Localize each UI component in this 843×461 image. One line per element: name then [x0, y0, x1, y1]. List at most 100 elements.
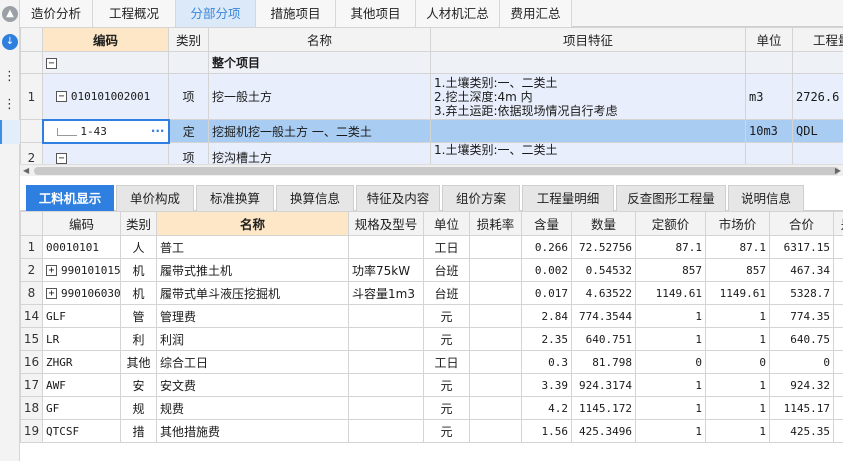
resource-content[interactable]: 4.2 [521, 396, 572, 420]
resource-loss-rate[interactable] [469, 258, 522, 282]
table-row[interactable]: 8 +990106030 机履带式单斗液压挖掘机 斗容量1m3 台班 0.017 4.635… [20, 281, 843, 305]
quota-row[interactable]: 1-43 ··· 定 挖掘机挖一般土方 一、二类土 10m3 QDL [20, 118, 843, 144]
resource-market-price[interactable]: 87.1 [705, 235, 770, 259]
table-row[interactable]: 16 ZHGR 其他 综合工日 工日 0.3 81.798 0 0 0 [20, 350, 843, 374]
quota-code-cell[interactable]: 1-43 ··· [41, 118, 170, 144]
header-spec[interactable]: 规格及型号 [348, 211, 424, 236]
quota-name[interactable]: 挖掘机挖一般土方 一、二类土 [208, 119, 431, 143]
more-icon[interactable]: ··· [151, 124, 165, 138]
resource-name[interactable]: 其他措施费 [156, 419, 349, 443]
resource-market-price[interactable]: 1 [705, 419, 770, 443]
bill-unit[interactable]: m3 [745, 73, 793, 120]
bill-unit[interactable] [745, 142, 793, 164]
resource-unit[interactable]: 元 [423, 327, 470, 351]
resource-unit[interactable]: 工日 [423, 235, 470, 259]
resource-quota-price[interactable]: 1 [635, 396, 706, 420]
resource-unit[interactable]: 台班 [423, 281, 470, 305]
resource-flag[interactable] [833, 327, 843, 351]
resource-flag[interactable] [833, 350, 843, 374]
tab-measures[interactable]: 措施项目 [256, 0, 336, 27]
resource-loss-rate[interactable] [469, 304, 522, 328]
resource-type[interactable]: 安 [120, 373, 157, 397]
resource-type[interactable]: 人 [120, 235, 157, 259]
resource-quantity[interactable]: 1145.172 [571, 396, 636, 420]
header-total[interactable]: 合价 [769, 211, 834, 236]
table-row[interactable]: 1 00010101 人普工 工日 0.266 72.52756 87.1 87.1 6317.… [20, 235, 843, 259]
resource-name[interactable]: 综合工日 [156, 350, 349, 374]
resource-quota-price[interactable]: 87.1 [635, 235, 706, 259]
bill-features[interactable]: 1.土壤类别:一、二类土 2.挖土深度:4m 内 3.弃土运距:依据现场情况自行… [430, 73, 746, 120]
resource-content[interactable]: 0.266 [521, 235, 572, 259]
more-icon[interactable]: ⋮ [3, 98, 16, 111]
resource-quantity[interactable]: 640.751 [571, 327, 636, 351]
table-row[interactable]: 2 +990101015 机履带式推土机 功率75kW 台班 0.002 0.54532 85… [20, 258, 843, 282]
resource-quota-price[interactable]: 1 [635, 304, 706, 328]
resource-total[interactable]: 924.32 [769, 373, 834, 397]
header-market-price[interactable]: 市场价 [705, 211, 770, 236]
resource-spec[interactable]: 斗容量1m3 [348, 281, 424, 305]
table-row[interactable]: 15 LR 利利润元 2.35 640.751 1 1 640.75 [20, 327, 843, 351]
resource-spec[interactable] [348, 327, 424, 351]
resource-market-price[interactable]: 1 [705, 327, 770, 351]
resource-name[interactable]: 利润 [156, 327, 349, 351]
tab-quantity-detail[interactable]: 工程量明细 [522, 185, 614, 211]
resource-market-price[interactable]: 0 [705, 350, 770, 374]
resource-total[interactable]: 425.35 [769, 419, 834, 443]
resource-content[interactable]: 3.39 [521, 373, 572, 397]
tab-pricing-plan[interactable]: 组价方案 [442, 185, 520, 211]
resource-name[interactable]: 安文费 [156, 373, 349, 397]
resource-quota-price[interactable]: 857 [635, 258, 706, 282]
header-quota-price[interactable]: 定额价 [635, 211, 706, 236]
resource-spec[interactable]: 功率75kW [348, 258, 424, 282]
resource-quantity[interactable]: 81.798 [571, 350, 636, 374]
tab-resource-summary[interactable]: 人材机汇总 [416, 0, 500, 27]
resource-quantity[interactable]: 774.3544 [571, 304, 636, 328]
resource-code[interactable]: +990106030 [42, 281, 121, 305]
resource-name[interactable]: 管理费 [156, 304, 349, 328]
download-icon[interactable]: ↓ [2, 34, 18, 50]
tab-features[interactable]: 特征及内容 [356, 185, 440, 211]
tab-resources[interactable]: 工料机显示 [26, 185, 114, 211]
resource-unit[interactable]: 台班 [423, 258, 470, 282]
header-unit[interactable]: 单位 [745, 27, 793, 52]
table-row[interactable]: 14 GLF 管管理费元 2.84 774.3544 1 1 774.35 [20, 304, 843, 328]
resource-flag[interactable] [833, 258, 843, 282]
side-nav-selected[interactable] [0, 120, 20, 144]
header-type[interactable]: 类别 [168, 27, 209, 52]
resource-total[interactable]: 6317.15 [769, 235, 834, 259]
resource-spec[interactable] [348, 396, 424, 420]
resource-spec[interactable] [348, 304, 424, 328]
header-name[interactable]: 名称 [208, 27, 431, 52]
resource-loss-rate[interactable] [469, 281, 522, 305]
resource-loss-rate[interactable] [469, 327, 522, 351]
resource-market-price[interactable]: 1149.61 [705, 281, 770, 305]
table-row[interactable]: 19 QTCSF 措其他措施费元 1.56 425.3496 1 1 425.35 [20, 419, 843, 443]
collapse-icon[interactable]: − [56, 91, 67, 103]
resource-spec[interactable] [348, 373, 424, 397]
header-code[interactable]: 编码 [42, 211, 121, 236]
quota-unit[interactable]: 10m3 [745, 119, 793, 143]
header-flag[interactable]: 是 [833, 211, 843, 236]
collapse-icon[interactable]: − [46, 57, 57, 69]
resource-unit[interactable]: 元 [423, 373, 470, 397]
resource-content[interactable]: 2.35 [521, 327, 572, 351]
resource-code[interactable]: GF [42, 396, 121, 420]
section-toggle-cell[interactable]: − [42, 51, 169, 74]
resource-unit[interactable]: 工日 [423, 350, 470, 374]
resource-content[interactable]: 1.56 [521, 419, 572, 443]
resource-quantity[interactable]: 924.3174 [571, 373, 636, 397]
collapse-icon[interactable]: − [56, 152, 67, 164]
resource-quantity[interactable]: 425.3496 [571, 419, 636, 443]
resource-unit[interactable]: 元 [423, 304, 470, 328]
tab-standard-conversion[interactable]: 标准换算 [196, 185, 274, 211]
resource-total[interactable]: 467.34 [769, 258, 834, 282]
resource-unit[interactable]: 元 [423, 396, 470, 420]
resource-quantity[interactable]: 72.52756 [571, 235, 636, 259]
resource-name[interactable]: 履带式单斗液压挖掘机 [156, 281, 349, 305]
resource-type[interactable]: 机 [120, 281, 157, 305]
resource-flag[interactable] [833, 373, 843, 397]
resource-name[interactable]: 普工 [156, 235, 349, 259]
chevron-up-icon[interactable]: ▲ [2, 6, 18, 22]
expand-icon[interactable]: + [46, 288, 57, 299]
resource-type[interactable]: 其他 [120, 350, 157, 374]
